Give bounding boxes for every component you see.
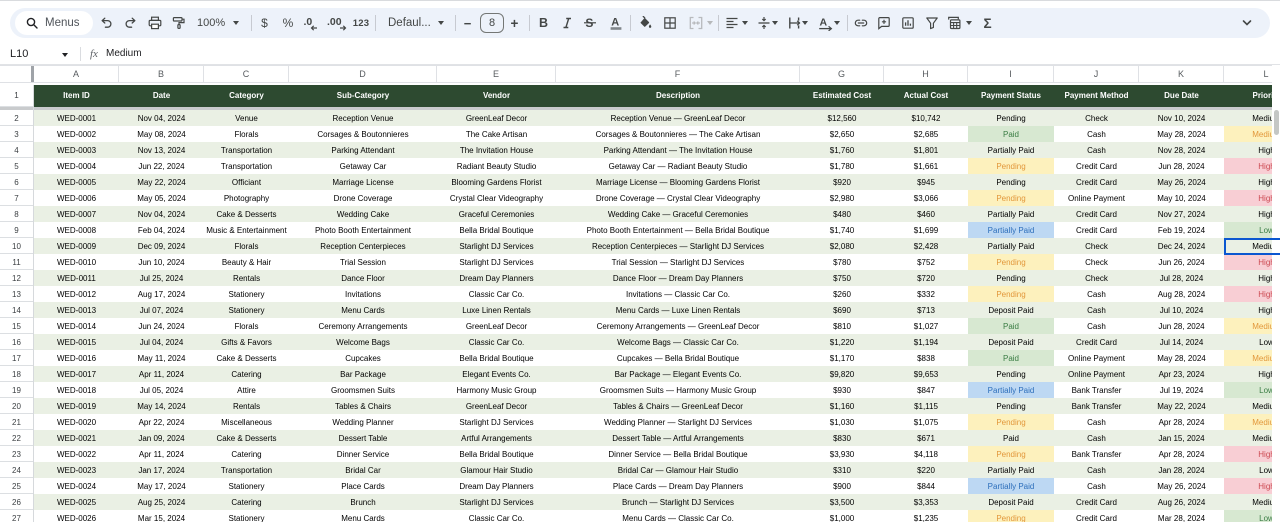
svg-text:.00: .00 [327, 16, 342, 28]
svg-text:.0: .0 [304, 16, 313, 28]
svg-text:A: A [611, 16, 619, 28]
svg-text:A: A [820, 16, 828, 28]
